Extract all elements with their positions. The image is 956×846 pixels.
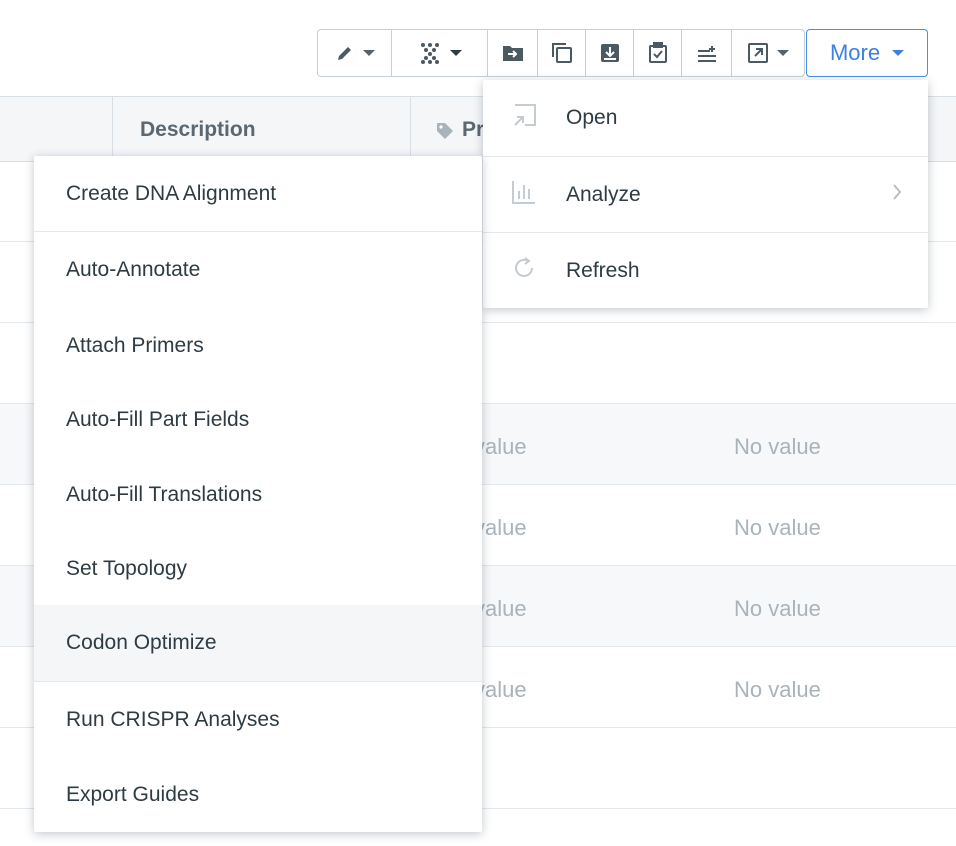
menu-item-label: Refresh [566,258,640,282]
bar-chart-icon [511,179,537,211]
more-menu: Open Analyze Refresh [483,80,928,308]
refresh-icon [511,255,537,287]
open-icon [511,103,537,133]
more-button[interactable]: More [806,29,928,77]
column-divider [112,96,113,162]
more-label: More [829,40,881,65]
archive-icon [599,42,621,64]
pencil-icon [335,43,355,63]
bulk-update-button[interactable] [682,30,732,76]
table-cell: No value [734,434,821,459]
move-to-folder-button[interactable] [488,30,538,76]
menu-item-auto-annotate[interactable]: Auto-Annotate [34,232,482,308]
sequence-dropdown-button[interactable] [392,30,488,76]
toolbar [317,29,805,77]
register-button[interactable] [634,30,682,76]
menu-item-label: Run CRISPR Analyses [66,708,280,731]
column-header-property[interactable]: Pr [462,118,484,142]
table-cell: No value [734,677,821,702]
menu-item-label: Analyze [566,182,641,206]
menu-item-label: Auto-Fill Translations [66,482,263,506]
chevron-down-icon [449,50,462,56]
list-plus-icon [696,43,718,63]
menu-item-label: Export Guides [66,783,200,806]
column-header-description[interactable]: Description [140,118,256,142]
menu-item-label: Open [566,106,618,129]
column-divider [410,96,411,162]
external-link-icon [747,42,769,64]
menu-item-refresh[interactable]: Refresh [483,233,928,308]
table-cell: No value [734,515,821,540]
copy-button[interactable] [538,30,586,76]
analyze-submenu: Create DNA Alignment Auto-Annotate Attac… [34,156,482,832]
folder-arrow-icon [502,43,524,63]
menu-item-export-guides[interactable]: Export Guides [34,758,482,832]
menu-item-label: Attach Primers [66,334,204,357]
chevron-down-icon [892,50,905,56]
edit-dropdown-button[interactable] [318,30,392,76]
menu-item-attach-primers[interactable]: Attach Primers [34,308,482,384]
tag-icon [436,122,454,145]
dna-icon [418,41,442,65]
table-cell: No value [734,596,821,621]
chevron-down-icon [362,50,375,56]
copy-icon [551,42,573,64]
menu-item-create-dna-alignment[interactable]: Create DNA Alignment [34,156,482,231]
menu-item-set-topology[interactable]: Set Topology [34,533,482,605]
chevron-right-icon [892,183,902,207]
menu-item-label: Create DNA Alignment [66,181,277,205]
archive-button[interactable] [586,30,634,76]
menu-item-auto-fill-translations[interactable]: Auto-Fill Translations [34,457,482,532]
menu-item-analyze[interactable]: Analyze [483,157,928,232]
menu-item-open[interactable]: Open [483,80,928,156]
clipboard-check-icon [647,42,669,64]
menu-item-label: Set Topology [66,557,188,580]
menu-item-label: Auto-Annotate [66,258,201,281]
menu-item-auto-fill-part-fields[interactable]: Auto-Fill Part Fields [34,383,482,457]
chevron-down-icon [777,50,789,56]
export-dropdown-button[interactable] [732,30,804,76]
menu-item-label: Codon Optimize [66,631,217,654]
menu-item-label: Auto-Fill Part Fields [66,408,250,431]
menu-item-codon-optimize[interactable]: Codon Optimize [34,605,482,681]
menu-item-run-crispr-analyses[interactable]: Run CRISPR Analyses [34,682,482,758]
